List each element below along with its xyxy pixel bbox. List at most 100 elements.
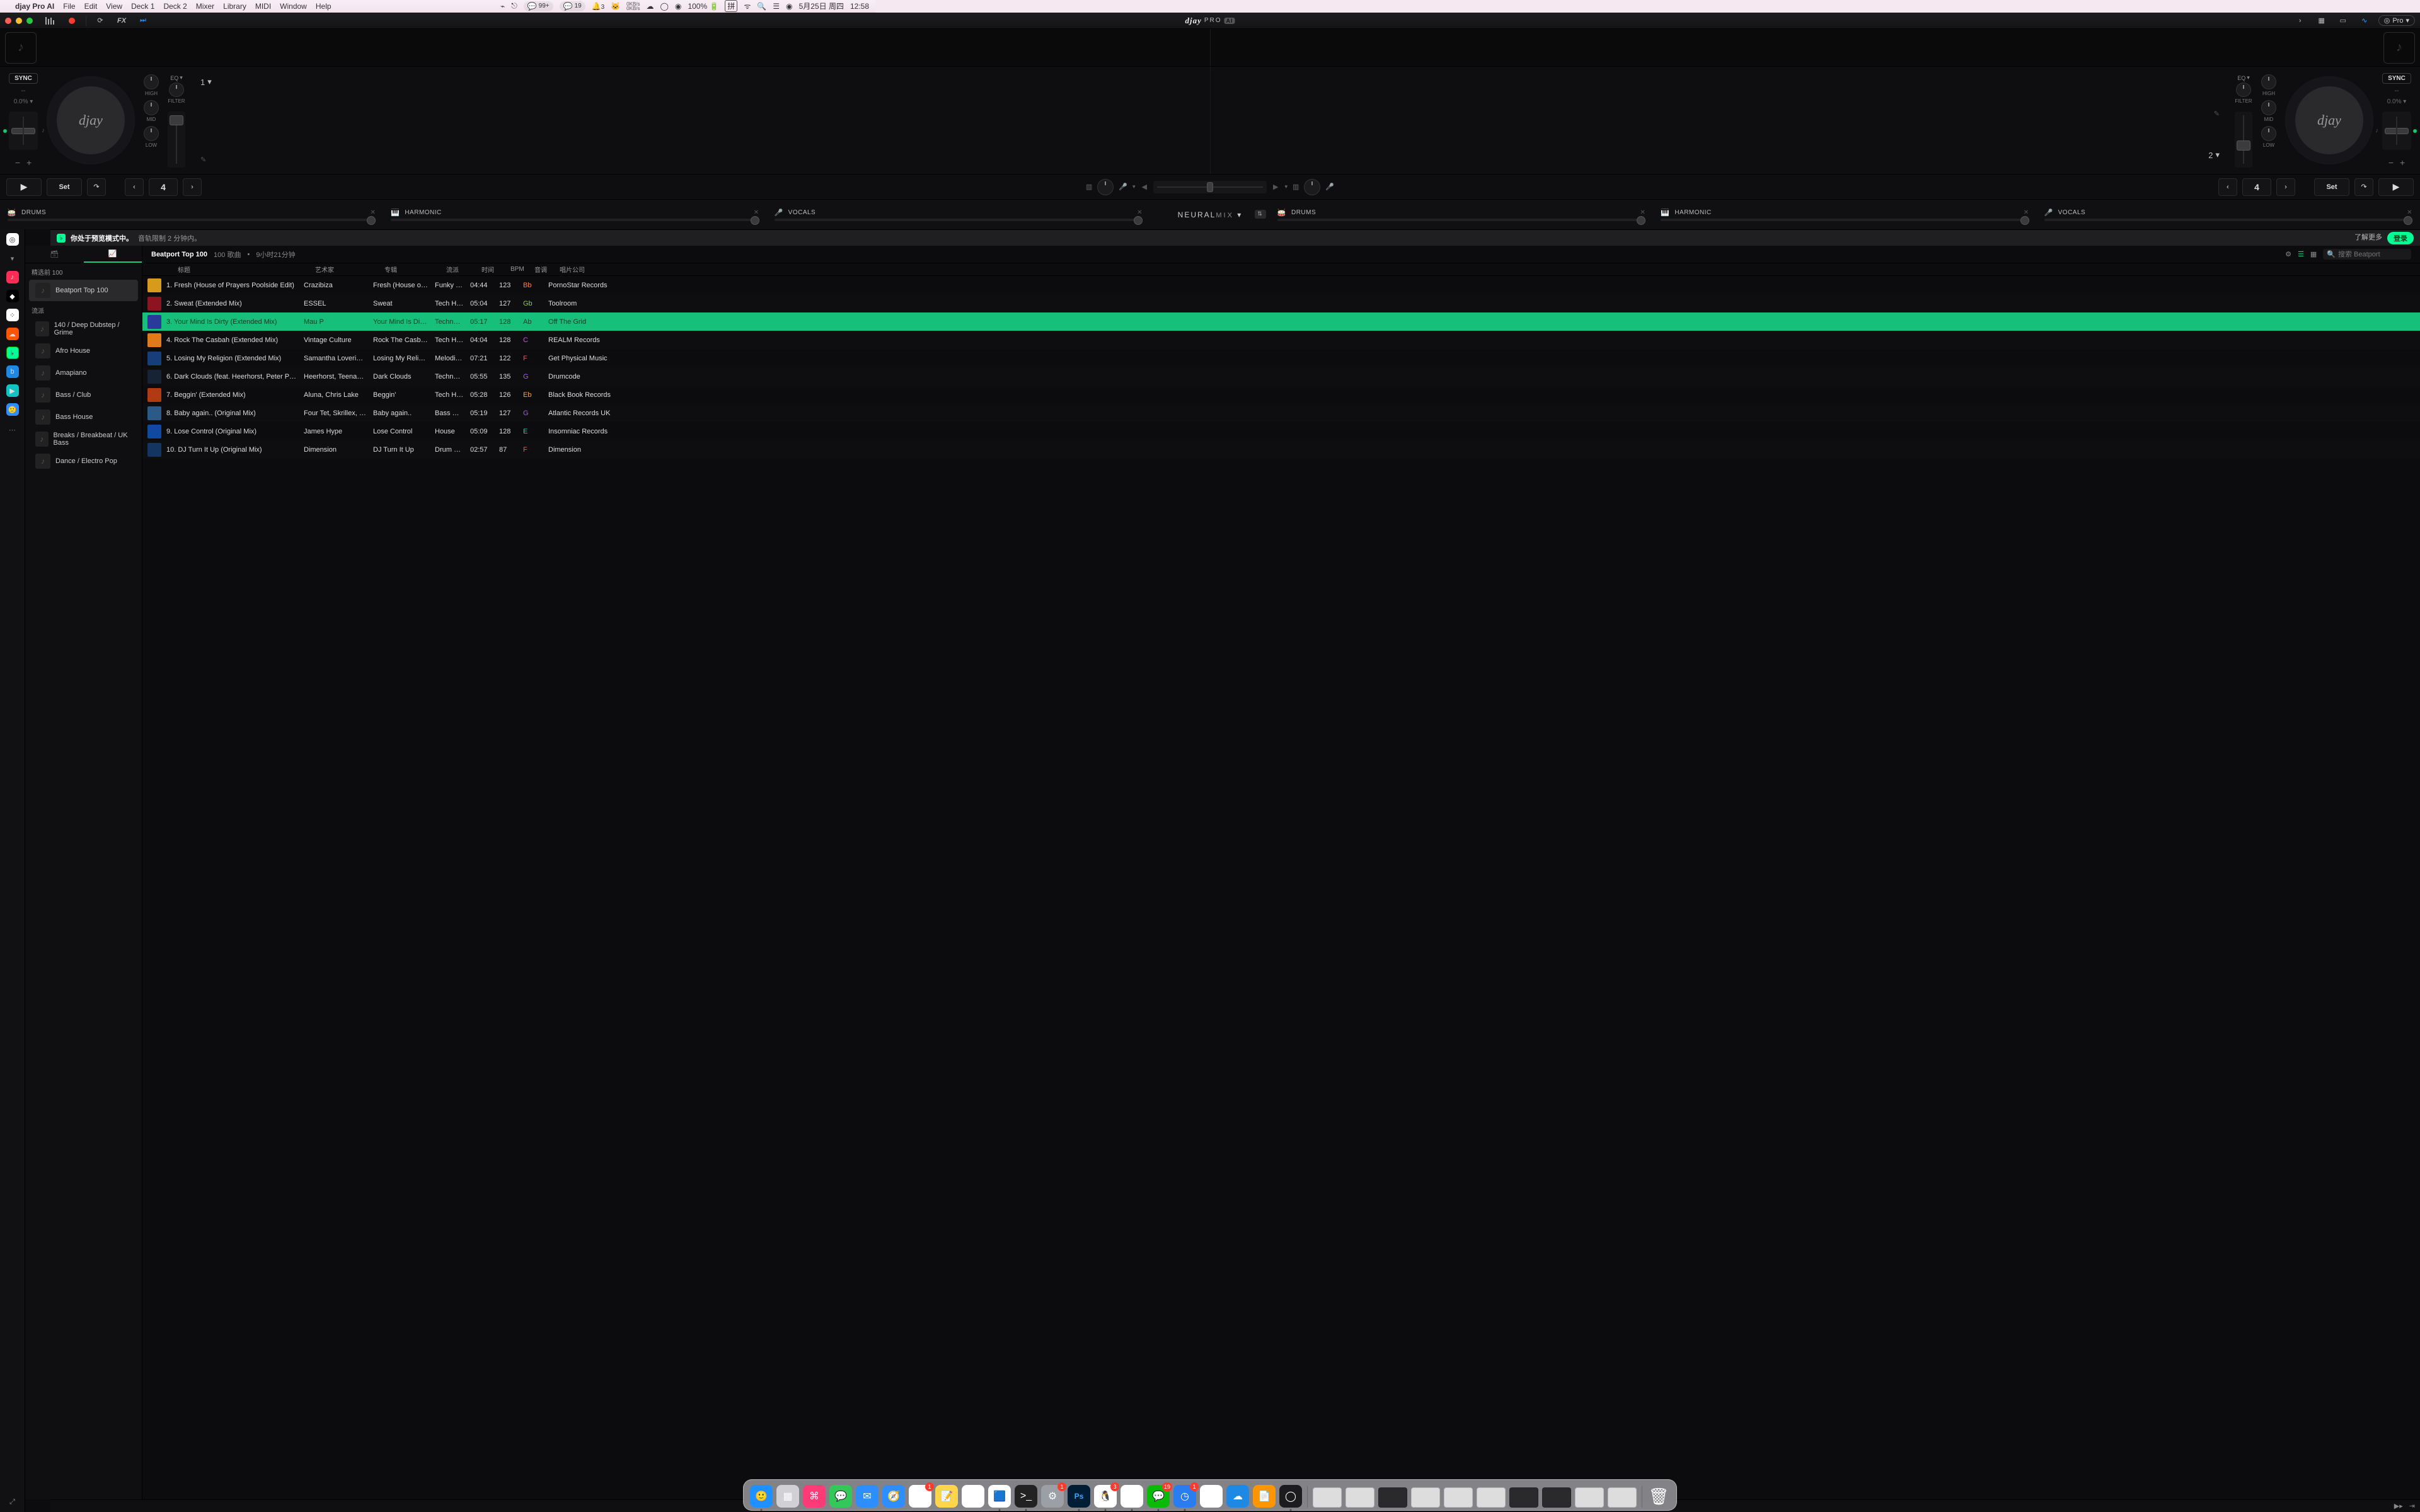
siri-icon[interactable]: ◉	[786, 2, 792, 11]
pro-badge[interactable]: ◎ Pro ▾	[2378, 15, 2415, 26]
source-finder[interactable]: 🙂	[6, 403, 19, 416]
footer-collapse-icon[interactable]: ⇥	[2409, 1502, 2415, 1510]
app-menu[interactable]: djay Pro AI	[15, 2, 54, 11]
menu-midi[interactable]: MIDI	[255, 2, 271, 11]
mixer-icon[interactable]	[43, 14, 58, 27]
tempo-plus[interactable]: +	[26, 158, 32, 168]
table-row[interactable]: 8. Baby again.. (Original Mix)Four Tet, …	[142, 404, 2420, 422]
deck1-eq-dropdown[interactable]: EQ ▾	[170, 74, 183, 81]
caret-down-icon[interactable]: ▾	[1284, 183, 1288, 190]
deck1-high-knob[interactable]	[144, 74, 159, 89]
cloud-icon[interactable]: ☁︎	[647, 2, 654, 11]
dock-djay[interactable]: ◯	[1279, 1485, 1302, 1508]
deck1-volume-fader[interactable]	[168, 112, 185, 168]
table-row[interactable]: 2. Sweat (Extended Mix)ESSELSweatTech Ho…	[142, 294, 2420, 312]
deck2-artwork[interactable]: ♪	[2383, 32, 2415, 64]
grid-view-icon[interactable]: ▦	[2310, 250, 2317, 258]
sidebar-tab-trending[interactable]: 📈	[84, 246, 142, 263]
mute-icon[interactable]: ✕	[754, 209, 759, 216]
menu-library[interactable]: Library	[223, 2, 246, 11]
minimize-button[interactable]	[16, 18, 22, 24]
tempo-plus[interactable]: +	[2400, 158, 2405, 168]
dock-baiduyun[interactable]: ☁︎	[1200, 1485, 1223, 1508]
layout-icon[interactable]: ▭	[2336, 14, 2351, 27]
table-row[interactable]: 6. Dark Clouds (feat. Heerhorst, Peter P…	[142, 367, 2420, 386]
menubar-time[interactable]: 12:58	[850, 2, 869, 11]
deck2-high-knob[interactable]	[2261, 74, 2276, 89]
deck2-jogwheel[interactable]: djay	[2285, 76, 2373, 164]
ime-indicator[interactable]: 拼	[725, 0, 737, 12]
sidebar-item-top100[interactable]: ♪Beatport Top 100	[29, 280, 138, 301]
deck1-loop-out[interactable]: ↷	[87, 178, 106, 196]
record-button[interactable]	[64, 14, 79, 27]
skip-icon[interactable]: ⏭	[135, 14, 151, 27]
dock-settings[interactable]: ⚙︎1	[1041, 1485, 1064, 1508]
mute-icon[interactable]: ✕	[2407, 209, 2412, 216]
dock-photos[interactable]: ❀	[962, 1485, 984, 1508]
dock-window-thumb[interactable]	[1477, 1487, 1506, 1508]
dock-reminders[interactable]: ≣1	[909, 1485, 931, 1508]
wechat-tray-2[interactable]: 💬19	[560, 1, 585, 11]
source-more[interactable]: ⋯	[6, 423, 19, 436]
menu-deck2[interactable]: Deck 2	[163, 2, 187, 11]
menu-mixer[interactable]: Mixer	[196, 2, 214, 11]
column-headers[interactable]: 标题 艺术家 专辑 流派 时间 BPM 音调 唱片公司	[142, 263, 2420, 276]
deck2-mic-icon[interactable]: 🎤	[1325, 183, 1334, 191]
dock-window-thumb[interactable]	[1509, 1487, 1538, 1508]
deck1-drums-slider[interactable]	[8, 219, 376, 221]
dock-qq[interactable]: 🐧3	[1094, 1485, 1117, 1508]
deck1-sync-button[interactable]: SYNC	[9, 73, 38, 84]
tray-icon[interactable]: ⎋	[511, 1, 517, 11]
caret-down-icon[interactable]: ▾	[1132, 183, 1136, 190]
deck1-play-button[interactable]: ▶	[6, 178, 42, 196]
tray-dot-icon[interactable]: ◯	[660, 2, 669, 11]
dock-wps[interactable]: W	[1121, 1485, 1143, 1508]
menu-window[interactable]: Window	[280, 2, 307, 11]
menu-edit[interactable]: Edit	[84, 2, 98, 11]
deck2-tempo-slider[interactable]: ♪	[2382, 112, 2411, 150]
dock-window-thumb[interactable]	[1345, 1487, 1374, 1508]
dock-safari[interactable]: 🧭	[882, 1485, 905, 1508]
dock-launchpad[interactable]: ▦	[776, 1485, 799, 1508]
dock-terminal[interactable]: >_	[1015, 1485, 1037, 1508]
mute-icon[interactable]: ✕	[1137, 209, 1143, 216]
learn-more-link[interactable]: 了解更多	[2354, 232, 2382, 244]
deck1-harmonic-slider[interactable]	[391, 219, 759, 221]
deck2-beat-prev[interactable]: ‹	[2218, 178, 2237, 196]
deck1-filter-knob[interactable]	[169, 83, 184, 97]
sidebar-item-genre[interactable]: ♪Breaks / Breakbeat / UK Bass	[29, 428, 138, 450]
deck2-harmonic-slider[interactable]	[1661, 219, 2029, 221]
deck1-beat-next[interactable]: ›	[183, 178, 202, 196]
dock-trash[interactable]: 🗑	[1647, 1485, 1670, 1508]
deck1-artwork[interactable]: ♪	[5, 32, 37, 64]
source-camera[interactable]: ◎	[6, 233, 19, 246]
deck2-drums-slider[interactable]	[1277, 219, 1645, 221]
deck1-cue-set[interactable]: Set	[47, 178, 82, 196]
grid-view-icon[interactable]: ▦	[2314, 14, 2329, 27]
table-row[interactable]: 4. Rock The Casbah (Extended Mix)Vintage…	[142, 331, 2420, 349]
close-button[interactable]	[5, 18, 11, 24]
battery-status[interactable]: 100% 🔋	[688, 2, 718, 11]
deck1-low-knob[interactable]	[144, 126, 159, 141]
dock-messages[interactable]: 💬	[829, 1485, 852, 1508]
dock-window-thumb[interactable]	[1313, 1487, 1342, 1508]
filter-icon[interactable]: ⚙	[2285, 250, 2291, 258]
dock-window-thumb[interactable]	[1608, 1487, 1637, 1508]
fullscreen-button[interactable]	[26, 18, 33, 24]
table-row[interactable]: 1. Fresh (House of Prayers Poolside Edit…	[142, 276, 2420, 294]
table-row[interactable]: 10. DJ Turn It Up (Original Mix)Dimensio…	[142, 440, 2420, 459]
tempo-minus[interactable]: −	[2388, 158, 2394, 168]
deck2-play-button[interactable]: ▶	[2378, 178, 2414, 196]
deck1-number[interactable]: 1 ▾	[200, 77, 1195, 87]
control-center-icon[interactable]: ☰	[773, 2, 780, 11]
dock-window-thumb[interactable]	[1575, 1487, 1604, 1508]
search-field[interactable]: 🔍	[2323, 249, 2411, 260]
spotlight-icon[interactable]: 🔍	[757, 2, 766, 11]
sidebar-item-genre[interactable]: ♪Bass House	[29, 406, 138, 428]
source-video[interactable]: ▶	[6, 384, 19, 397]
deck1-beat-prev[interactable]: ‹	[125, 178, 144, 196]
deck1-waveform[interactable]: ♪	[0, 29, 1210, 66]
mute-icon[interactable]: ✕	[1640, 209, 1645, 216]
menu-deck1[interactable]: Deck 1	[131, 2, 154, 11]
search-input[interactable]	[2338, 251, 2407, 258]
